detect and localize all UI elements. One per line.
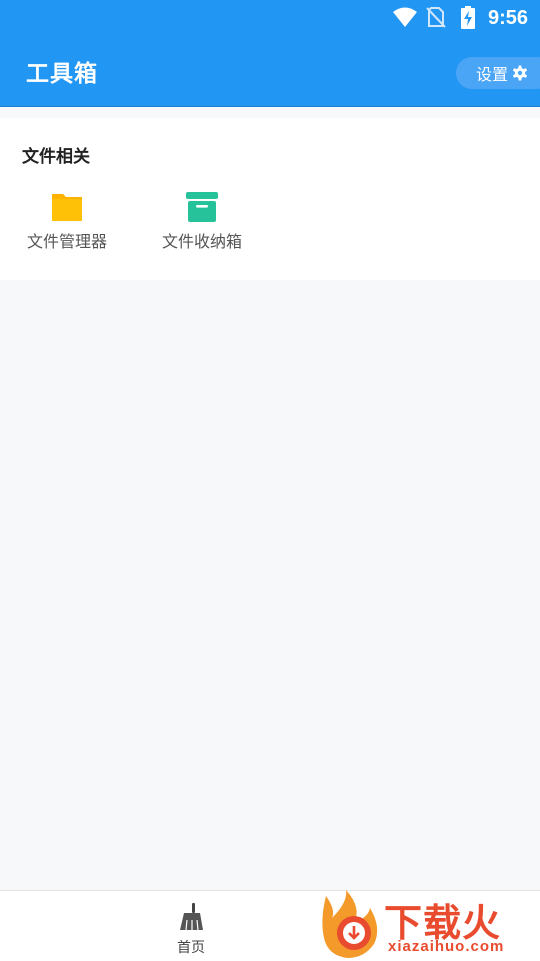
battery-charging-icon [461,6,475,29]
watermark-domain: xiazaihuo.com [388,938,505,955]
wifi-icon [393,7,417,27]
tool-label: 文件收纳箱 [161,232,242,251]
settings-button[interactable]: 设置 [455,57,540,89]
status-bar: 9:56 [0,0,540,36]
broom-icon [180,903,203,931]
file-section: 文件相关 文件管理器 文件收纳箱 [0,118,540,280]
page-title: 工具箱 [26,61,98,87]
no-sim-icon [426,7,446,28]
section-title: 文件相关 [22,147,90,167]
watermark: 下载火 xiazaihuo.com [318,888,540,960]
file-storage-tool[interactable]: 文件收纳箱 [142,192,262,252]
clock: 9:56 [487,7,528,29]
app-bar: 工具箱 设置 [0,36,540,107]
nav-home-label: 首页 [177,940,205,956]
gear-icon [513,65,527,81]
file-manager-tool[interactable]: 文件管理器 [7,192,127,252]
folder-icon [52,194,82,221]
nav-home[interactable]: 首页 [160,903,222,957]
tool-label: 文件管理器 [26,232,107,251]
flame-logo-icon [322,890,378,958]
settings-label: 设置 [475,65,508,84]
archive-box-icon [186,192,218,222]
